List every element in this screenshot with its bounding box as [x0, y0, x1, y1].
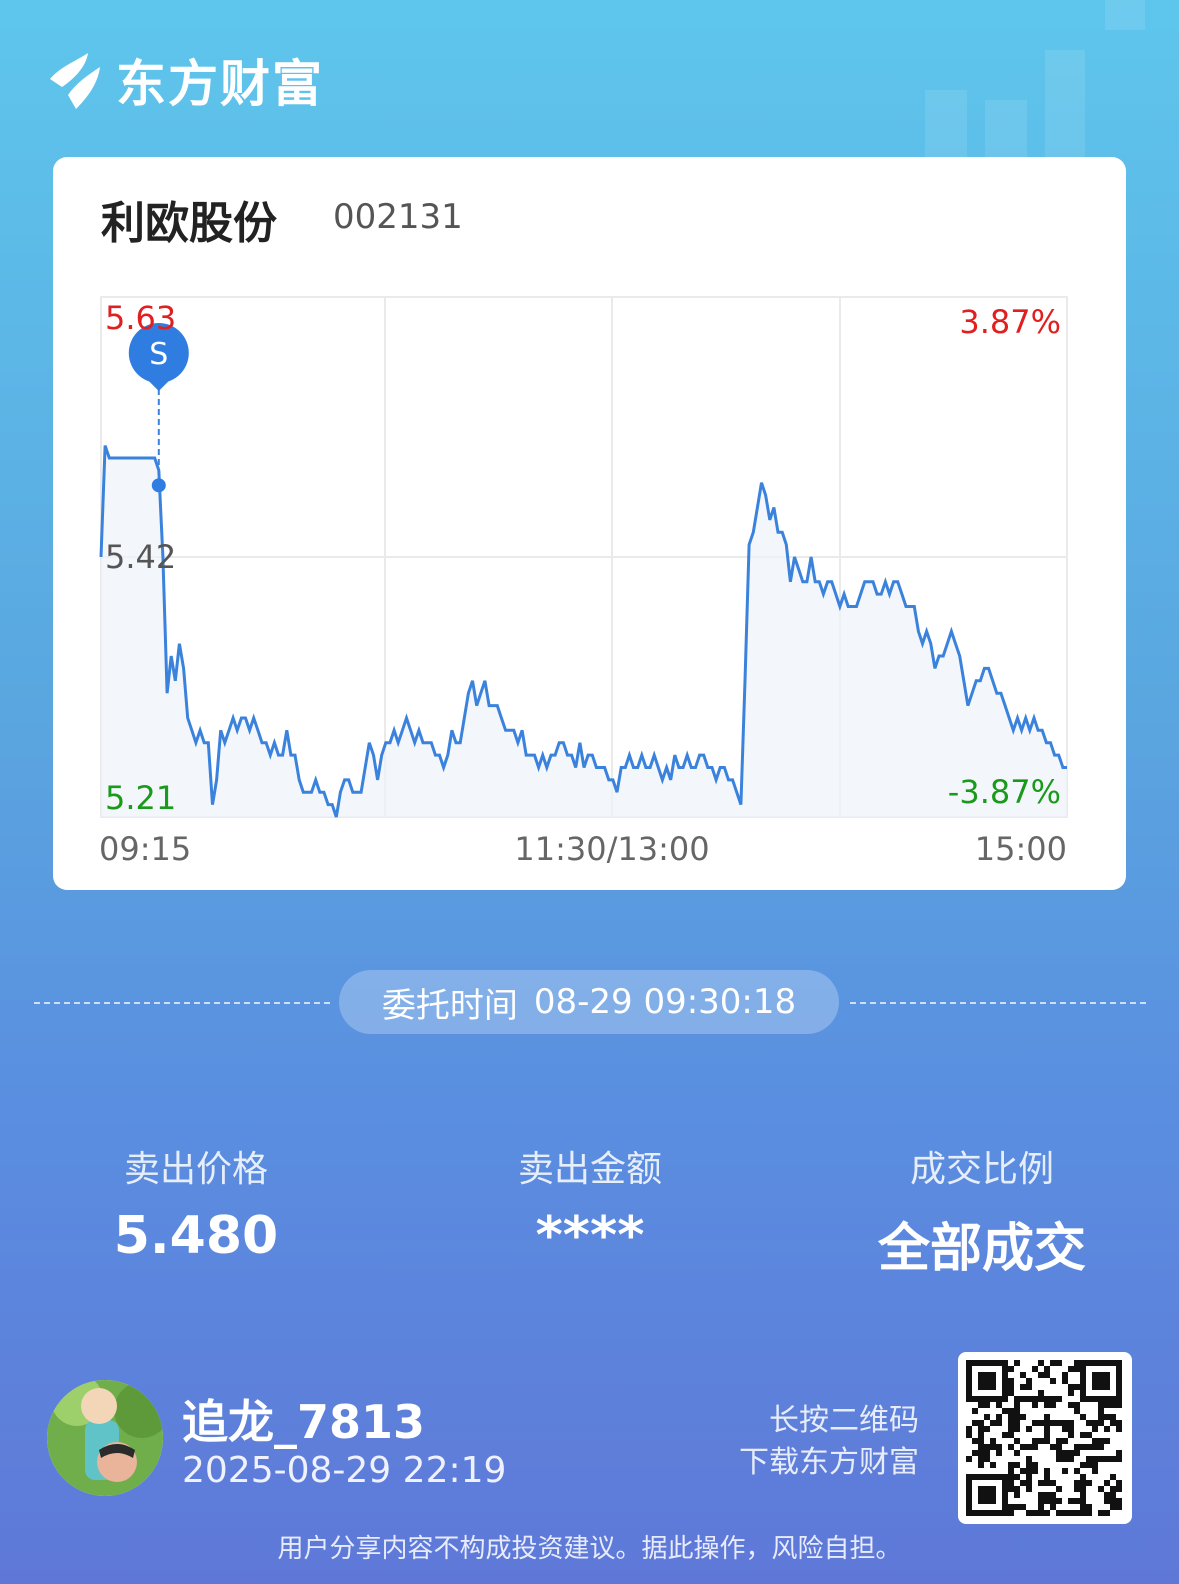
order-time-label: 委托时间 — [381, 985, 518, 1026]
bg-candle — [925, 90, 967, 160]
brand-flame-icon — [50, 53, 100, 109]
qr-hint-line2: 下载东方财富 — [739, 1445, 919, 1480]
avatar-image — [47, 1380, 163, 1496]
intraday-chart[interactable]: S 5.63 5.42 5.21 3.87% -3.87% 09:15 11:3… — [53, 157, 1126, 890]
stat-value: 5.480 — [113, 1206, 279, 1266]
qr-hint: 长按二维码 下载东方财富 — [739, 1400, 919, 1484]
stat-label: 卖出价格 — [123, 1149, 268, 1190]
pct-min-label: -3.87% — [948, 773, 1061, 811]
stock-card[interactable]: 利欧股份 002131 S 5.63 5.42 5.21 3.87% -3.87… — [53, 157, 1126, 890]
stat-sell-amount: 卖出金额 **** — [440, 1140, 740, 1266]
brand-name: 东方财富 — [116, 55, 324, 113]
divider-left — [34, 1002, 330, 1004]
qr-code-icon — [966, 1360, 1122, 1516]
bg-candle — [1045, 50, 1085, 160]
x-mid-label: 11:30/13:00 — [514, 830, 709, 868]
brand-logo: 东方财富 — [46, 44, 324, 116]
divider-right — [850, 1002, 1146, 1004]
qr-code[interactable] — [958, 1352, 1132, 1524]
stat-sell-price: 卖出价格 5.480 — [46, 1140, 346, 1266]
bg-candle — [985, 100, 1027, 160]
stat-label: 成交比例 — [909, 1149, 1054, 1190]
qr-hint-line1: 长按二维码 — [769, 1403, 919, 1438]
stat-value: **** — [535, 1206, 645, 1266]
disclaimer: 用户分享内容不构成投资建议。据此操作，风险自担。 — [277, 1534, 902, 1564]
stat-label: 卖出金额 — [517, 1149, 662, 1190]
order-time-value: 08-29 09:30:18 — [533, 982, 797, 1022]
sell-marker-label: S — [149, 337, 168, 372]
pct-max-label: 3.87% — [959, 303, 1061, 341]
y-min-label: 5.21 — [105, 779, 176, 817]
x-end-label: 15:00 — [975, 830, 1067, 868]
stat-value: 全部成交 — [877, 1219, 1086, 1279]
marker-dot — [151, 478, 166, 493]
order-time-pill: 委托时间 08-29 09:30:18 — [339, 970, 839, 1034]
avatar[interactable] — [47, 1380, 163, 1496]
share-datetime: 2025-08-29 22:19 — [182, 1450, 507, 1491]
x-start-label: 09:15 — [99, 830, 191, 868]
bg-candle — [1105, 0, 1145, 30]
stat-fill-ratio: 成交比例 全部成交 — [832, 1140, 1132, 1281]
username: 追龙_7813 — [182, 1395, 426, 1449]
order-time-row: 委托时间 08-29 09:30:18 — [0, 970, 1179, 1034]
y-mid-label: 5.42 — [105, 538, 176, 576]
y-max-label: 5.63 — [105, 299, 176, 337]
